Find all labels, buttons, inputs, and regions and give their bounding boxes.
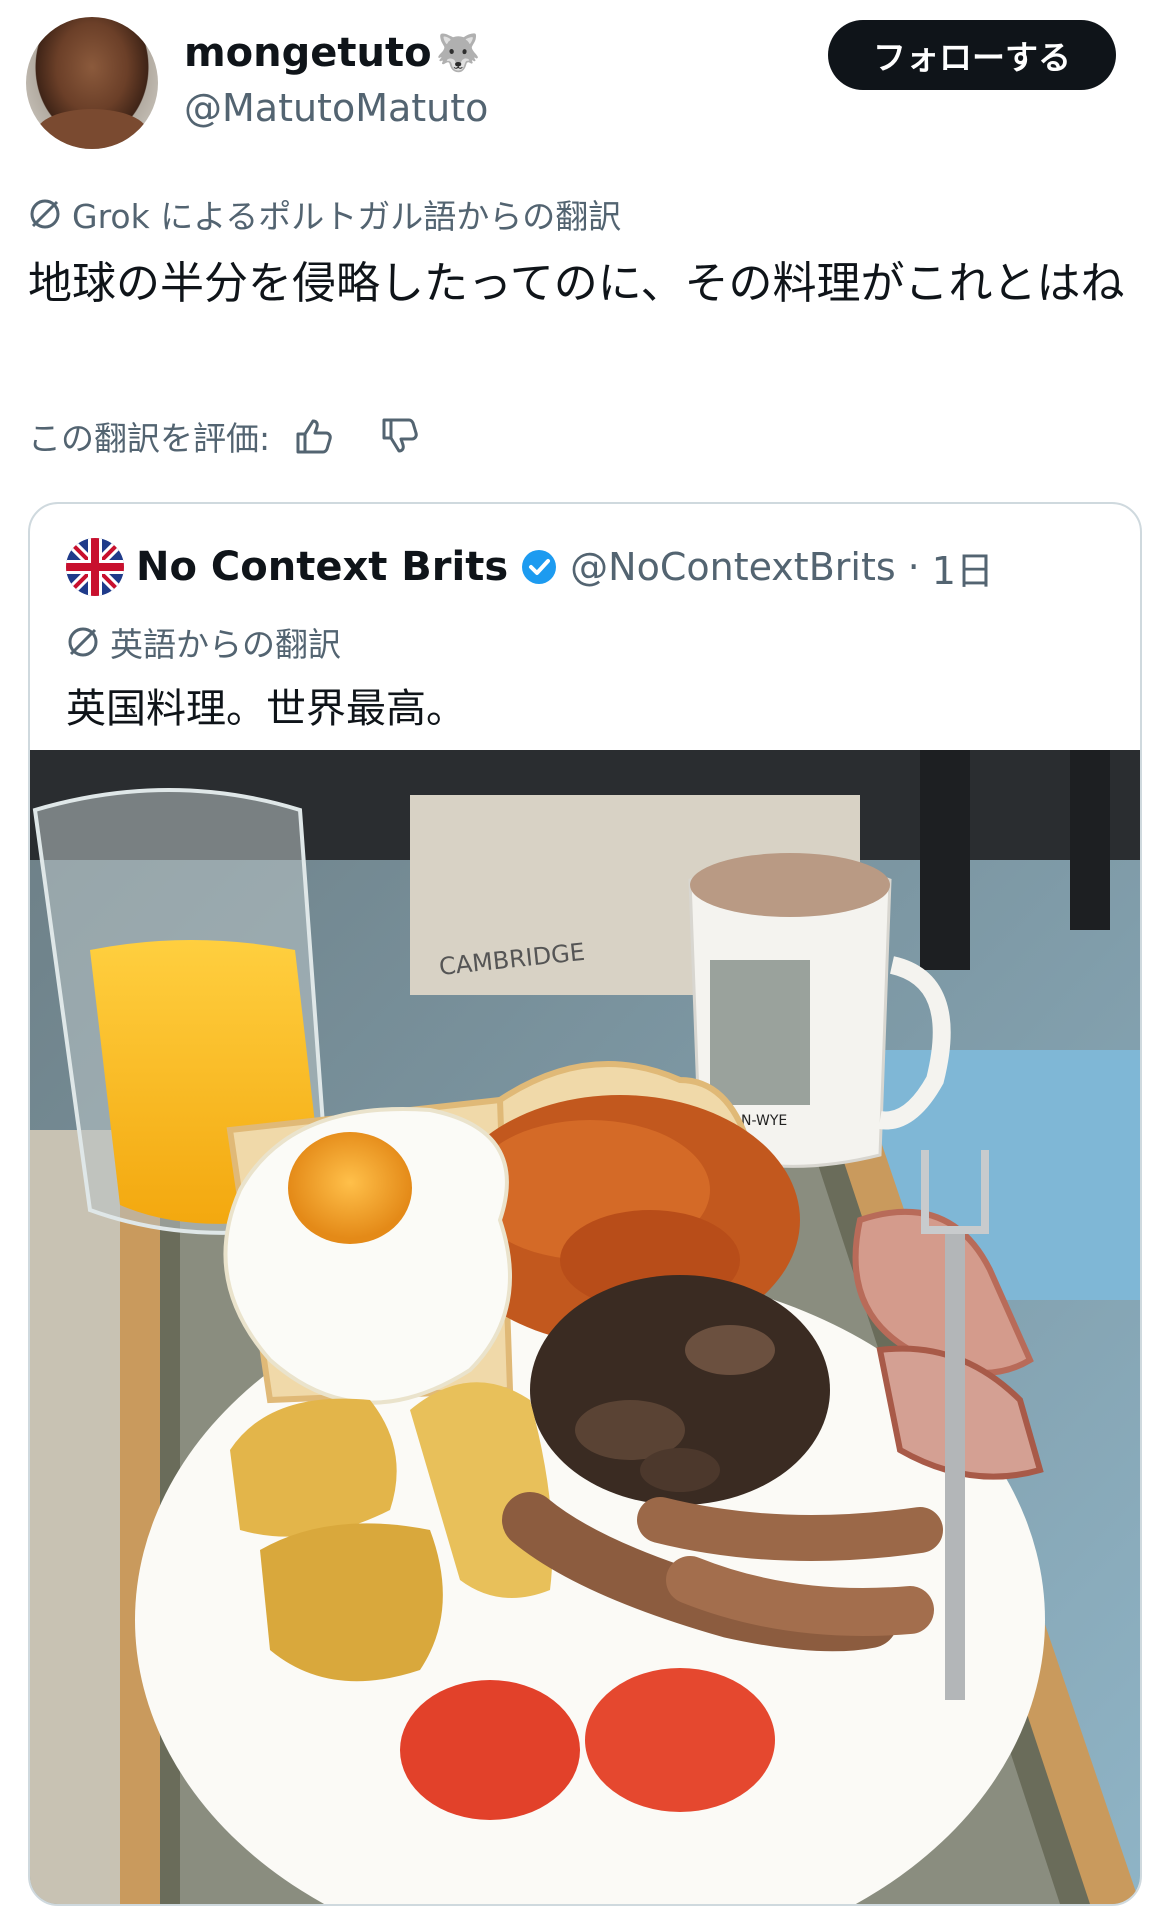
quoted-tweet-text: 英国料理。世界最高。	[66, 686, 466, 732]
handle-time-separator: ·	[907, 545, 920, 589]
verified-badge-icon	[522, 550, 557, 584]
author-handle[interactable]: @MatutoMatuto	[184, 86, 488, 130]
author-display-name[interactable]: mongetuto 🐺	[184, 30, 480, 76]
follow-button[interactable]: フォローする	[828, 20, 1116, 90]
quoted-timestamp[interactable]: 1日	[932, 540, 994, 595]
quoted-tweet-card[interactable]: No Context Brits @NoContextBrits · 1日 英語…	[28, 502, 1142, 1906]
quoted-handle[interactable]: @NoContextBrits	[570, 545, 896, 589]
mushrooms	[530, 1275, 830, 1505]
translate-icon	[68, 627, 98, 657]
union-jack-avatar[interactable]	[66, 538, 124, 596]
display-name-text: mongetuto	[184, 30, 432, 76]
translation-source-line: Grok によるポルトガル語からの翻訳	[28, 190, 621, 238]
rate-translation-row: この翻訳を評価:	[28, 412, 422, 460]
avatar-shoulders	[36, 109, 148, 149]
quoted-header: No Context Brits @NoContextBrits · 1日	[66, 538, 994, 596]
breakfast-photo-illustration: CAMBRIDGE ON-WYE	[30, 750, 1140, 1904]
translation-source-text: Grok によるポルトガル語からの翻訳	[72, 197, 622, 236]
translate-icon	[30, 199, 60, 229]
thumbs-down-icon[interactable]	[378, 414, 422, 458]
wolf-emoji-icon: 🐺	[435, 33, 481, 74]
breakfast-photo[interactable]: CAMBRIDGE ON-WYE	[30, 750, 1140, 1904]
quoted-translation-line: 英語からの翻訳	[66, 618, 341, 666]
fried-egg	[223, 1107, 512, 1405]
quoted-display-name[interactable]: No Context Brits	[136, 544, 508, 590]
author-avatar[interactable]	[26, 17, 158, 149]
thumbs-up-icon[interactable]	[292, 414, 336, 458]
quoted-translation-note: 英語からの翻訳	[110, 625, 341, 664]
tweet-text: 地球の半分を侵略したってのに、その料理がこれとはね	[28, 258, 1125, 309]
rate-label: この翻訳を評価:	[28, 419, 271, 458]
